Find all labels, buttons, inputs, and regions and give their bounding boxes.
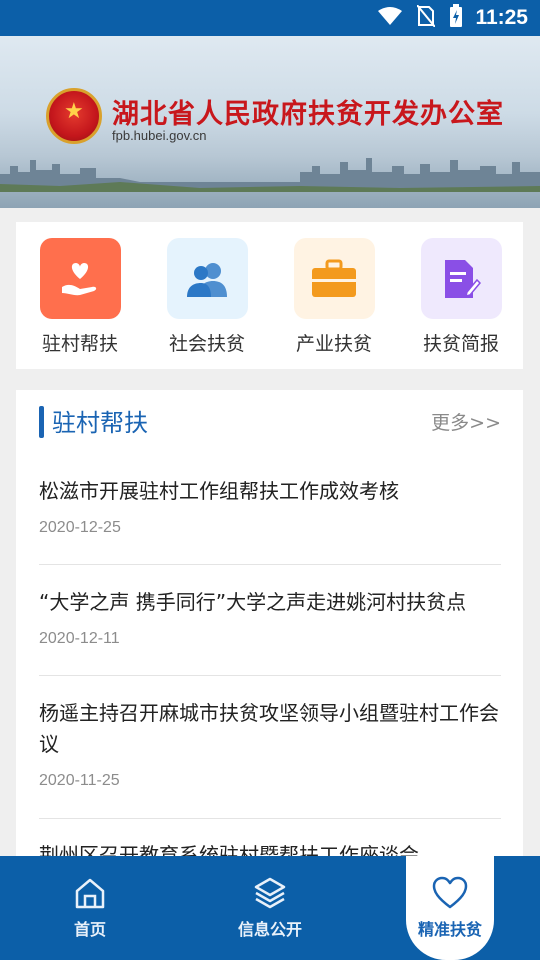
bottom-navigation: 首页 信息公开 精准扶贫 xyxy=(0,856,540,960)
status-bar: 11:25 xyxy=(0,0,540,36)
home-icon xyxy=(20,876,160,912)
category-label: 驻村帮扶 xyxy=(41,333,118,355)
category-zhucun-bangfu[interactable]: 驻村帮扶 xyxy=(39,238,121,356)
layers-icon xyxy=(200,876,340,912)
page-title: 湖北省人民政府扶贫开发办公室 xyxy=(112,99,504,130)
news-item-date: 2020-12-11 xyxy=(39,630,120,647)
news-item-title: 杨遥主持召开麻城市扶贫攻坚领导小组暨驻村工作会议 xyxy=(39,701,499,756)
category-label: 扶贫简报 xyxy=(422,333,499,355)
section-accent-bar xyxy=(39,406,44,438)
site-domain: fpb.hubei.gov.cn xyxy=(112,128,207,143)
news-item-title: “大学之声 携手同行”大学之声走进姚河村扶贫点 xyxy=(39,590,467,614)
briefcase-icon xyxy=(293,238,375,319)
document-edit-icon xyxy=(420,238,502,319)
category-grid: 驻村帮扶 社会扶贫 产业扶贫 扶贫简报 xyxy=(16,222,523,369)
nav-label: 信息公开 xyxy=(237,920,302,939)
category-label: 产业扶贫 xyxy=(295,333,372,355)
nav-home[interactable]: 首页 xyxy=(20,856,160,960)
more-link[interactable]: 更多>> xyxy=(431,408,501,435)
battery-charging-icon xyxy=(449,4,463,32)
news-section: 驻村帮扶 更多>> 松滋市开展驻村工作组帮扶工作成效考核 2020-12-25 … xyxy=(16,390,523,870)
nav-label: 精准扶贫 xyxy=(417,920,482,939)
news-item[interactable]: 松滋市开展驻村工作组帮扶工作成效考核 2020-12-25 xyxy=(39,476,501,565)
news-item[interactable]: 杨遥主持召开麻城市扶贫攻坚领导小组暨驻村工作会议 2020-11-25 xyxy=(39,698,501,819)
category-chanye-fupin[interactable]: 产业扶贫 xyxy=(293,238,375,356)
category-label: 社会扶贫 xyxy=(168,333,245,355)
city-skyline-image xyxy=(0,158,540,192)
national-emblem-logo: ★ xyxy=(46,88,102,144)
category-shehui-fupin[interactable]: 社会扶贫 xyxy=(166,238,248,356)
news-item-date: 2020-12-25 xyxy=(39,519,121,536)
hand-heart-icon xyxy=(39,238,121,319)
no-sim-icon xyxy=(416,4,437,31)
nav-label: 首页 xyxy=(73,920,106,939)
section-title: 驻村帮扶 xyxy=(52,409,148,437)
clock: 11:25 xyxy=(475,6,528,29)
news-section-header: 驻村帮扶 更多>> xyxy=(16,390,523,452)
wifi-icon xyxy=(377,6,403,30)
news-item[interactable]: “大学之声 携手同行”大学之声走进姚河村扶贫点 2020-12-11 xyxy=(39,587,501,676)
news-item-date: 2020-11-25 xyxy=(39,772,120,789)
nav-precise-poverty-alleviation[interactable]: 精准扶贫 xyxy=(406,856,494,960)
people-icon xyxy=(166,238,248,319)
news-item-title: 松滋市开展驻村工作组帮扶工作成效考核 xyxy=(39,479,399,503)
category-fupin-jianbao[interactable]: 扶贫简报 xyxy=(420,238,502,356)
heart-icon xyxy=(406,876,494,912)
header-banner: ★ 湖北省人民政府扶贫开发办公室 fpb.hubei.gov.cn xyxy=(0,36,540,208)
nav-info-disclosure[interactable]: 信息公开 xyxy=(200,856,340,960)
